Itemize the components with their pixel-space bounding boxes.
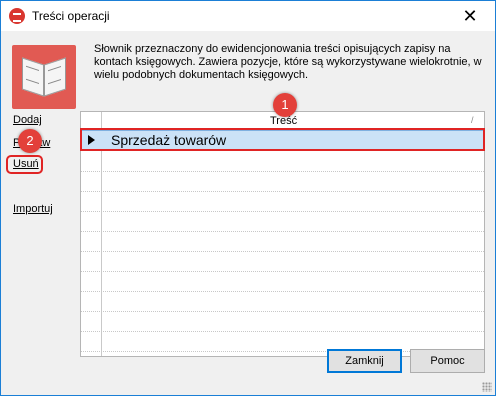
- table-row-empty[interactable]: [81, 252, 484, 272]
- close-window-button[interactable]: ✕: [447, 1, 493, 31]
- title-bar[interactable]: Treści operacji ✕: [1, 1, 495, 31]
- dialog-content: Słownik przeznaczony do ewidencjonowania…: [1, 31, 495, 395]
- window-title: Treści operacji: [32, 9, 110, 23]
- delete-link-highlight: [6, 155, 43, 174]
- table-row-empty[interactable]: [81, 312, 484, 332]
- table-row-empty[interactable]: [81, 272, 484, 292]
- open-book-icon: [12, 45, 76, 109]
- table-row-empty[interactable]: [81, 172, 484, 192]
- table-row-empty[interactable]: [81, 292, 484, 312]
- table-row-empty[interactable]: [81, 212, 484, 232]
- app-logo-icon: [9, 8, 25, 24]
- help-button[interactable]: Pomoc: [410, 349, 485, 373]
- add-link[interactable]: Dodaj: [13, 114, 42, 126]
- dictionary-description: Słownik przeznaczony do ewidencjonowania…: [94, 43, 482, 81]
- dialog-window: Treści operacji ✕ Słownik przeznaczony d…: [0, 0, 496, 396]
- selected-row-highlight: [80, 128, 485, 151]
- sort-indicator: /: [471, 115, 474, 125]
- table-row-empty[interactable]: [81, 232, 484, 252]
- step-badge-1: 1: [273, 93, 297, 117]
- close-button[interactable]: Zamknij: [327, 349, 402, 373]
- table-row-empty[interactable]: [81, 192, 484, 212]
- table-row-empty[interactable]: [81, 152, 484, 172]
- import-link[interactable]: Importuj: [13, 203, 53, 215]
- step-badge-2: 2: [18, 129, 42, 153]
- resize-grip[interactable]: [482, 382, 492, 392]
